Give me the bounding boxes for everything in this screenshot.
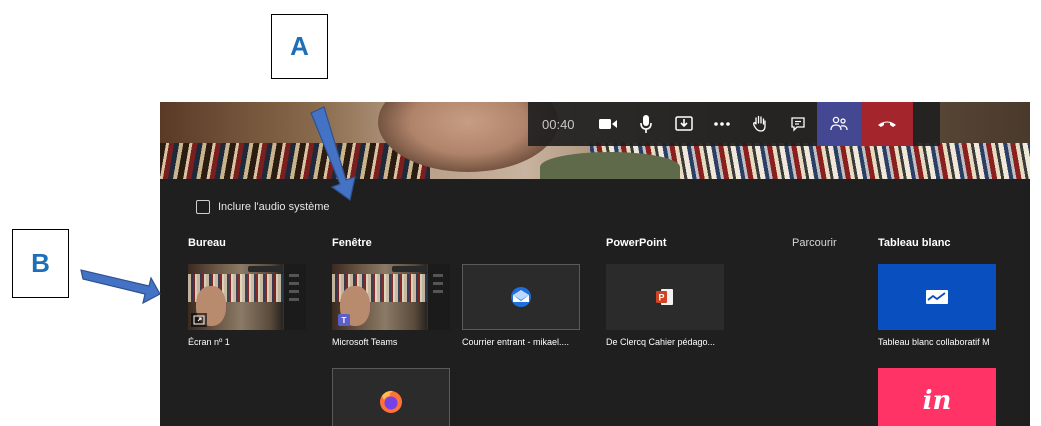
arrow-a-icon — [310, 106, 356, 202]
arrow-b-icon — [80, 269, 161, 305]
annotation-arrows — [80, 106, 356, 305]
